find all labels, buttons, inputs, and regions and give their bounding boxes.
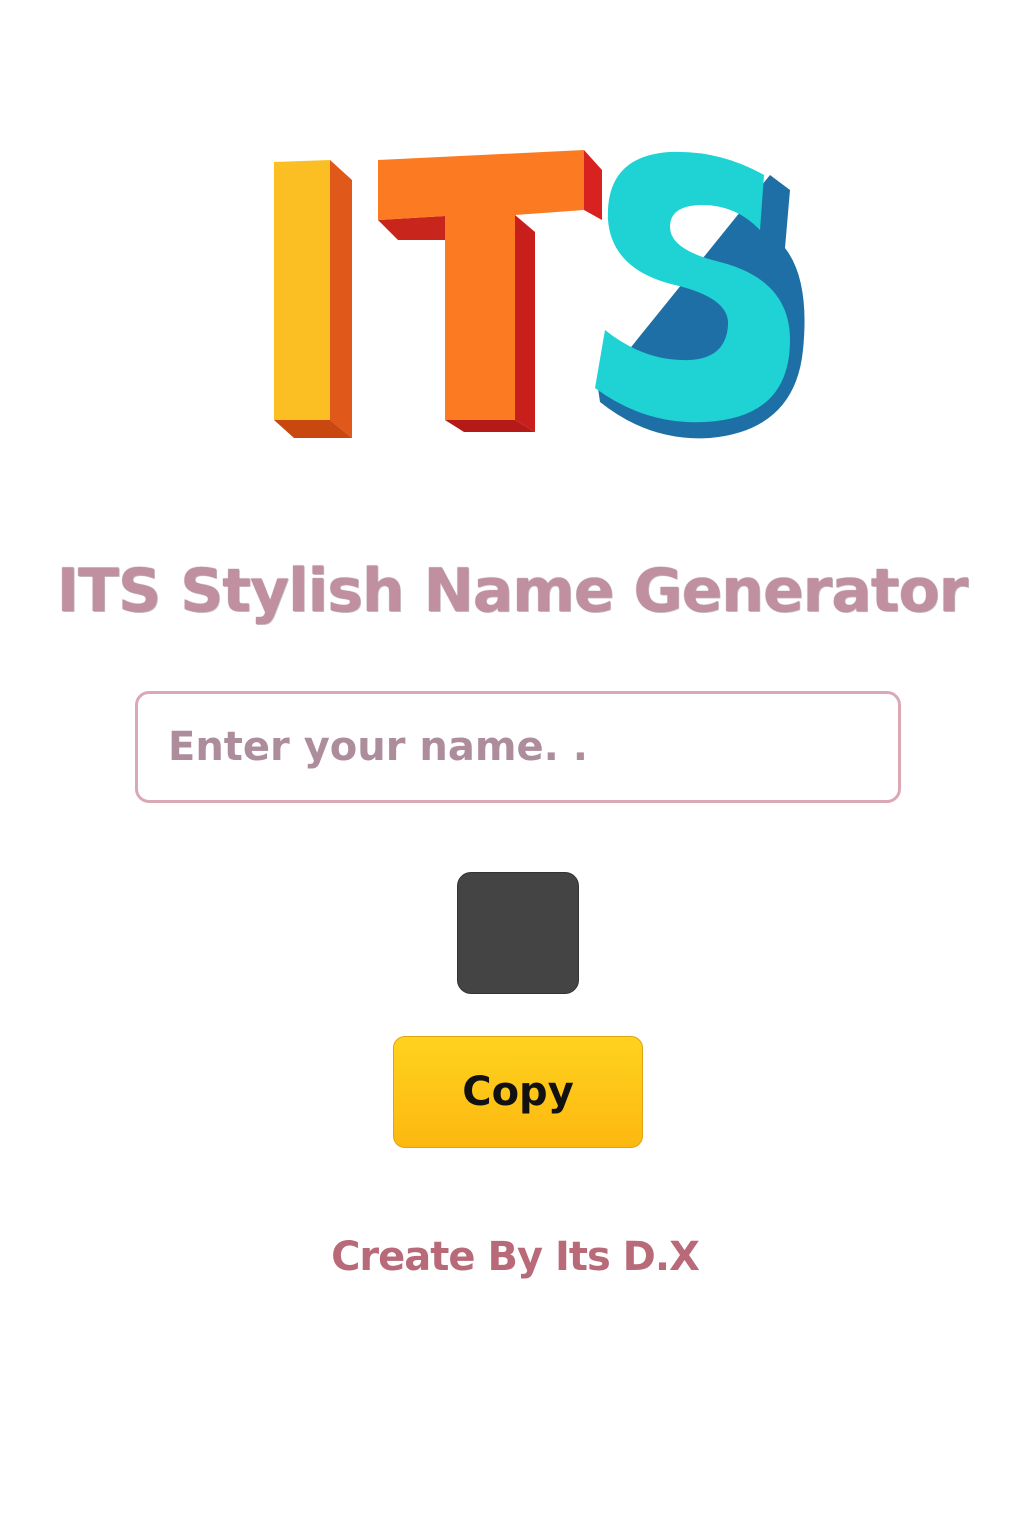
its-logo [250, 130, 820, 460]
logo-letter-t [378, 150, 602, 432]
page-title: ITS Stylish Name Generator [56, 556, 969, 626]
logo-letter-i [274, 160, 352, 438]
logo-letter-s [595, 151, 805, 439]
color-picker-swatch[interactable] [457, 872, 579, 994]
name-input[interactable] [135, 691, 901, 803]
its-logo-graphic [274, 150, 805, 439]
copy-button[interactable]: Copy [393, 1036, 643, 1148]
credit-text: Create By Its D.X [331, 1234, 700, 1280]
